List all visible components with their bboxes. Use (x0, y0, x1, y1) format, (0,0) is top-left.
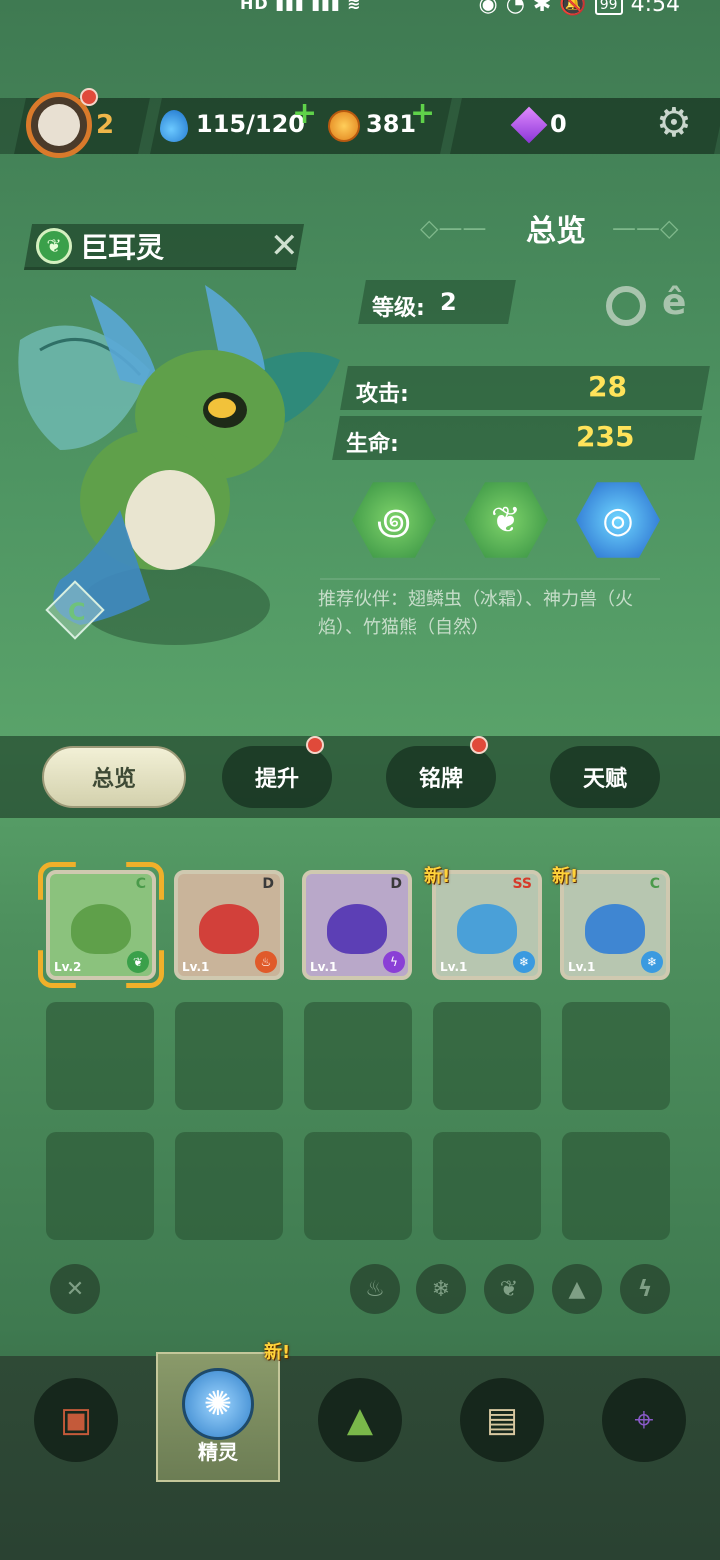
empty-slot (433, 1002, 541, 1110)
energy-value: 115/120 (196, 110, 305, 138)
release-pet-close-icon[interactable]: ✕ (270, 226, 299, 266)
tab-nameplate-dot (470, 736, 488, 754)
nav-spirit-label: 精灵 (198, 1440, 238, 1464)
pet-portrait (199, 904, 259, 955)
avatar-face-icon (38, 104, 80, 146)
empty-slot (175, 1002, 283, 1110)
filter-nature-icon[interactable]: ❦ (484, 1264, 534, 1314)
pet-rank-letter: C (68, 598, 86, 626)
title-deco-right-icon: ——◇ (612, 214, 679, 242)
lock-icon[interactable]: ê (662, 282, 686, 323)
add-energy-button[interactable]: + (292, 96, 317, 131)
settings-gear-icon[interactable]: ⚙ (656, 100, 692, 146)
battery-indicator: 99 (594, 0, 623, 15)
pet-portrait (327, 904, 387, 955)
energy-drop-icon (160, 110, 188, 142)
info-ring-icon[interactable] (606, 286, 646, 326)
signal-icon: ▮▮▮ ▮▮▮ ≋ (275, 0, 362, 13)
coin-icon (328, 110, 360, 142)
empty-slot (433, 1132, 541, 1240)
alarm-icon: ◔ (505, 0, 525, 17)
tab-upgrade-dot (306, 736, 324, 754)
nature-element-leaf-icon: ❦ (36, 228, 72, 264)
tab-nameplate[interactable]: 铭牌 (386, 746, 496, 808)
ice-element-icon: ❄ (641, 951, 663, 973)
pet-illustration: C (18, 285, 340, 645)
nav-map-mountain-icon[interactable]: ▲ (318, 1378, 402, 1462)
attack-label: 攻击: (356, 382, 409, 407)
skill-whirlwind-icon[interactable]: ꩜ (352, 482, 436, 558)
clock: 4:54 (630, 0, 680, 17)
new-badge: 新! (424, 866, 451, 887)
nav-new-badge: 新! (264, 1342, 291, 1363)
nav-location-pin-icon[interactable]: ⌖ (602, 1378, 686, 1462)
nav-arcade-icon[interactable]: ▣ (34, 1378, 118, 1462)
hp-label: 生命: (346, 432, 399, 457)
level-label: 等级: (372, 296, 425, 321)
filter-thunder-icon[interactable]: ϟ (620, 1264, 670, 1314)
filter-fire-icon[interactable]: ♨ (350, 1264, 400, 1314)
status-network: HD ▮▮▮ ▮▮▮ ≋ (240, 0, 362, 13)
mute-icon: 🔕 (559, 0, 587, 17)
pet-card-3[interactable]: D Lv.1 ϟ (302, 870, 412, 980)
pet-portrait (585, 904, 645, 955)
clear-filter-close-icon[interactable]: ✕ (50, 1264, 100, 1314)
overview-title: 总览 (526, 214, 586, 249)
bluetooth-icon: ✱ (532, 0, 552, 17)
title-deco-left-icon: ◇—— (420, 214, 487, 242)
eye-icon: ◉ (478, 0, 498, 17)
avatar-notification-dot (80, 88, 98, 106)
pet-name: 巨耳灵 (80, 231, 165, 264)
gem-value: 0 (550, 110, 567, 138)
nav-chest-icon[interactable]: ▤ (460, 1378, 544, 1462)
tab-talent[interactable]: 天赋 (550, 746, 660, 808)
status-bar: HD ▮▮▮ ▮▮▮ ≋ ◉ ◔ ✱ 🔕 99 4:54 (0, 0, 720, 22)
empty-slot (304, 1132, 412, 1240)
skill-seeds-icon[interactable]: ❦ (464, 482, 548, 558)
divider (320, 578, 660, 580)
filter-ice-icon[interactable]: ❄ (416, 1264, 466, 1314)
hp-value: 235 (576, 420, 635, 453)
attack-value: 28 (588, 370, 627, 403)
tab-overview[interactable]: 总览 (42, 746, 186, 808)
level-value: 2 (440, 288, 457, 316)
recommended-partners: 推荐伙伴：翅鳞虫（冰霜）、神力兽（火焰）、竹猫熊（自然） (318, 589, 633, 638)
player-level: 2 (96, 110, 115, 140)
empty-slot (304, 1002, 412, 1110)
skill-vortex-icon[interactable]: ◎ (576, 482, 660, 558)
empty-slot (562, 1002, 670, 1110)
selected-card-frame (38, 862, 164, 988)
empty-slot (562, 1132, 670, 1240)
tab-upgrade[interactable]: 提升 (222, 746, 332, 808)
pet-card-2[interactable]: D Lv.1 ♨ (174, 870, 284, 980)
pet-portrait (457, 904, 517, 955)
status-right: ◉ ◔ ✱ 🔕 99 4:54 (479, 0, 680, 17)
fire-element-icon: ♨ (255, 951, 277, 973)
new-badge: 新! (552, 866, 579, 887)
empty-slot (175, 1132, 283, 1240)
filter-earth-icon[interactable]: ▲ (552, 1264, 602, 1314)
nav-spirit-icon[interactable]: ✺ (182, 1368, 254, 1440)
coin-value: 381 (366, 110, 417, 138)
empty-slot (46, 1002, 154, 1110)
empty-slot (46, 1132, 154, 1240)
ice-element-icon: ❄ (513, 951, 535, 973)
add-coins-button[interactable]: + (410, 96, 435, 131)
thunder-element-icon: ϟ (383, 951, 405, 973)
